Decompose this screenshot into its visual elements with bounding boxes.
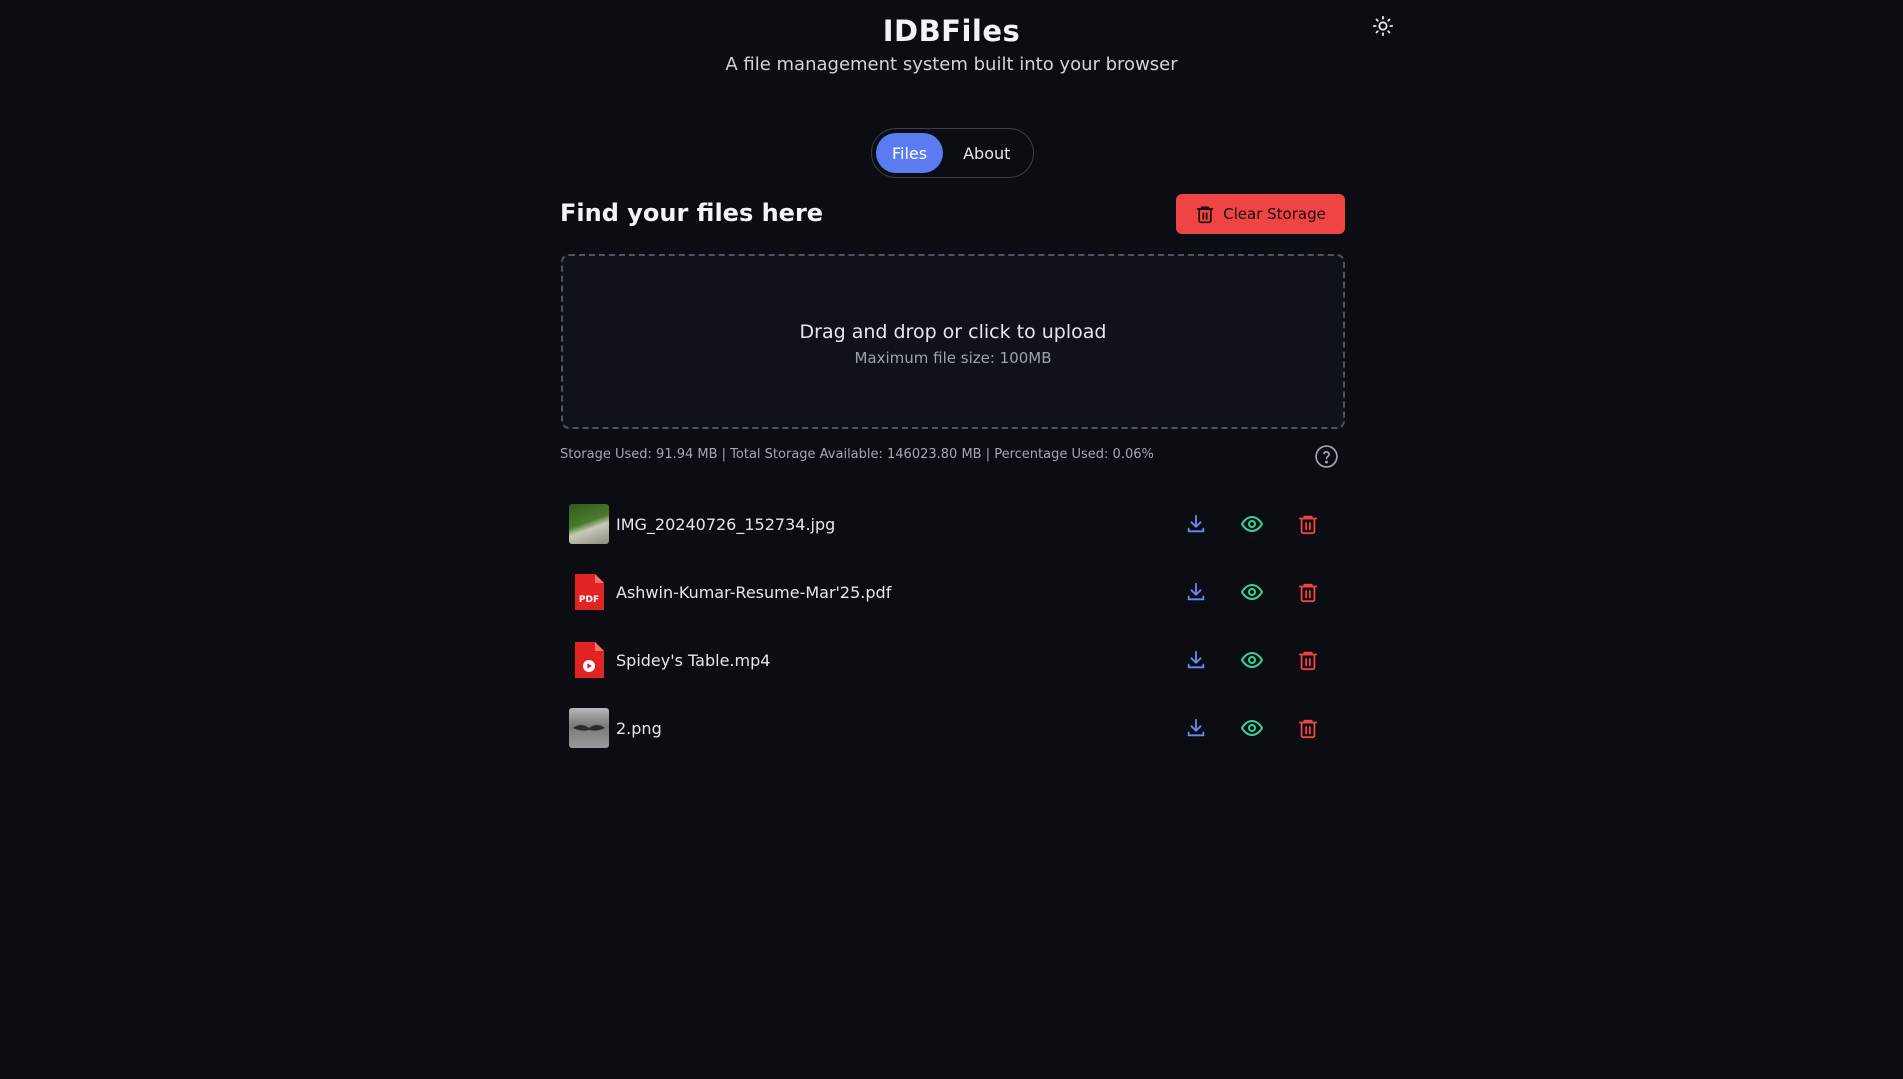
download-icon <box>1187 650 1205 669</box>
help-icon[interactable] <box>1314 444 1339 469</box>
image-thumbnail <box>569 504 609 544</box>
theme-toggle-button[interactable] <box>1370 13 1396 39</box>
sun-icon <box>1372 15 1394 37</box>
pdf-file-icon: PDF <box>569 572 609 612</box>
file-name: Ashwin-Kumar-Resume-Mar'25.pdf <box>616 582 892 602</box>
upload-dropzone[interactable]: Drag and drop or click to upload Maximum… <box>561 254 1345 429</box>
download-button[interactable] <box>1183 511 1209 537</box>
view-button[interactable] <box>1239 511 1265 537</box>
view-button[interactable] <box>1239 715 1265 741</box>
download-button[interactable] <box>1183 715 1209 741</box>
eye-icon <box>1240 719 1264 737</box>
download-icon <box>1187 582 1205 601</box>
list-item: IMG_20240726_152734.jpg <box>560 490 1346 558</box>
file-list: IMG_20240726_152734.jpg PDF Ashwin-Kumar… <box>560 490 1346 762</box>
video-file-icon <box>569 640 609 680</box>
trash-icon <box>1298 583 1318 603</box>
pdf-label: PDF <box>579 595 599 605</box>
delete-button[interactable] <box>1295 647 1321 673</box>
delete-button[interactable] <box>1295 579 1321 605</box>
tab-about[interactable]: About <box>947 133 1026 173</box>
app-title: IDBFiles <box>882 14 1021 48</box>
dropzone-subtitle: Maximum file size: 100MB <box>854 348 1052 367</box>
section-heading: Find your files here <box>560 199 824 227</box>
trash-icon <box>1196 206 1214 224</box>
clear-storage-label: Clear Storage <box>1223 205 1326 223</box>
storage-info: Storage Used: 91.94 MB | Total Storage A… <box>560 447 1154 462</box>
delete-button[interactable] <box>1295 715 1321 741</box>
download-icon <box>1187 514 1205 533</box>
image-thumbnail <box>569 708 609 748</box>
page: IDBFiles A file management system built … <box>0 0 1903 1079</box>
trash-icon <box>1298 719 1318 739</box>
tab-bar: Files About <box>871 128 1034 178</box>
download-icon <box>1187 718 1205 737</box>
file-name: Spidey's Table.mp4 <box>616 650 771 670</box>
clear-storage-button[interactable]: Clear Storage <box>1176 194 1345 234</box>
file-name: IMG_20240726_152734.jpg <box>616 514 836 534</box>
eye-icon <box>1240 651 1264 669</box>
list-item: PDF Ashwin-Kumar-Resume-Mar'25.pdf <box>560 558 1346 626</box>
list-item: 2.png <box>560 694 1346 762</box>
download-button[interactable] <box>1183 647 1209 673</box>
dropzone-title: Drag and drop or click to upload <box>799 320 1107 343</box>
view-button[interactable] <box>1239 647 1265 673</box>
download-button[interactable] <box>1183 579 1209 605</box>
file-name: 2.png <box>616 718 662 738</box>
eye-icon <box>1240 583 1264 601</box>
app-subtitle: A file management system built into your… <box>725 54 1178 75</box>
view-button[interactable] <box>1239 579 1265 605</box>
list-item: Spidey's Table.mp4 <box>560 626 1346 694</box>
trash-icon <box>1298 515 1318 535</box>
delete-button[interactable] <box>1295 511 1321 537</box>
tab-files[interactable]: Files <box>876 133 944 173</box>
eye-icon <box>1240 515 1264 533</box>
trash-icon <box>1298 651 1318 671</box>
